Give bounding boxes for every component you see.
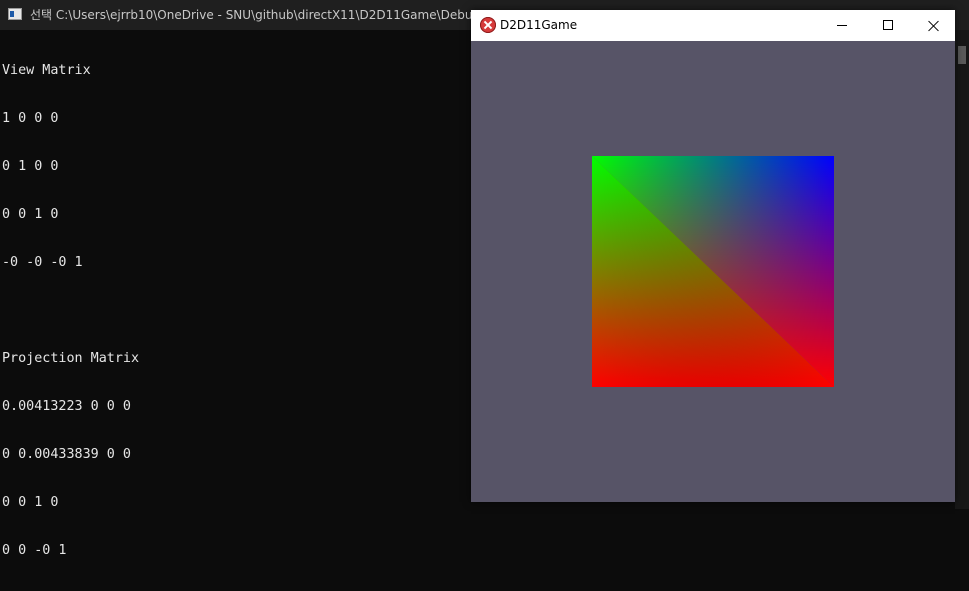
game-window-title: D2D11Game	[500, 18, 578, 32]
game-window: D2D11Game	[471, 10, 955, 502]
scroll-thumb[interactable]	[958, 46, 966, 64]
console-line: 0.00413223 0 0 0	[2, 399, 131, 414]
console-line: 0 1 0 0	[2, 159, 59, 174]
error-icon	[480, 17, 496, 33]
console-line: 0 0 1 0	[2, 207, 59, 222]
console-line: 0 0.00433839 0 0	[2, 447, 131, 462]
console-line: 1 0 0 0	[2, 111, 59, 126]
maximize-icon	[883, 20, 893, 30]
minimize-icon	[837, 25, 847, 26]
console-line: Projection Matrix	[2, 351, 140, 366]
console-line: View Matrix	[2, 63, 91, 78]
console-line: -0 -0 -0 1	[2, 255, 83, 270]
console-output: View Matrix 1 0 0 0 0 1 0 0 0 0 1 0 -0 -…	[2, 31, 139, 591]
console-scrollbar[interactable]	[955, 30, 969, 509]
rendered-gradient-quad	[592, 156, 834, 387]
minimize-button[interactable]	[819, 10, 865, 41]
console-line: 0 0 -0 1	[2, 543, 67, 558]
maximize-button[interactable]	[865, 10, 911, 41]
game-titlebar[interactable]: D2D11Game	[471, 10, 955, 41]
console-icon	[8, 8, 22, 20]
render-viewport[interactable]	[471, 41, 955, 502]
close-button[interactable]	[911, 10, 957, 41]
